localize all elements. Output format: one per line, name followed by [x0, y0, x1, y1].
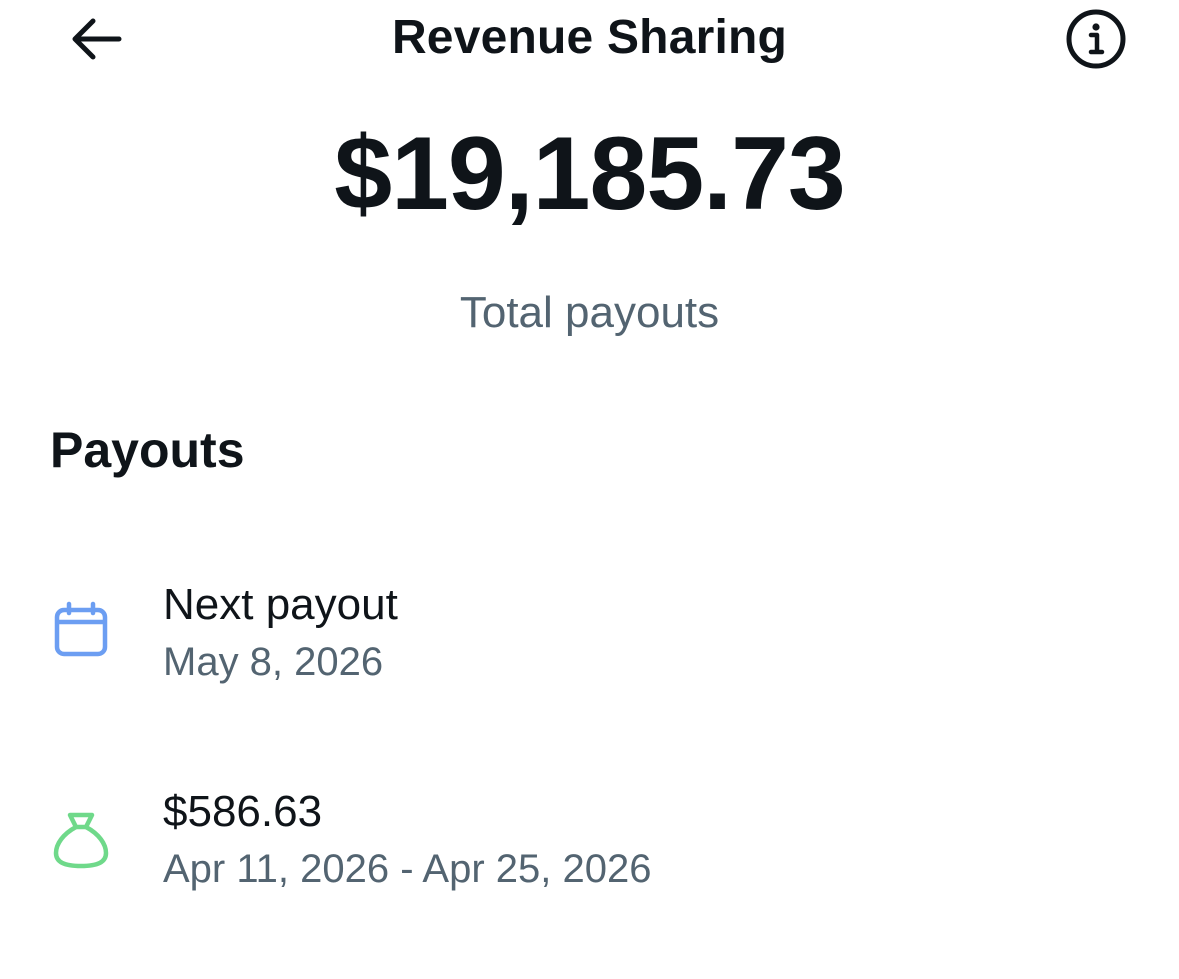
info-button[interactable]: [1063, 6, 1129, 72]
payout-history-row[interactable]: $586.63 Apr 11, 2026 - Apr 25, 2026: [0, 777, 1179, 897]
top-bar: Revenue Sharing: [0, 0, 1179, 80]
calendar-icon-wrap: [48, 597, 114, 663]
page-title: Revenue Sharing: [391, 11, 788, 64]
payouts-section-title: Payouts: [50, 422, 245, 478]
money-bag-icon-wrap: [48, 807, 114, 873]
money-bag-icon: [53, 812, 109, 869]
next-payout-row[interactable]: Next payout May 8, 2026: [0, 570, 1179, 690]
next-payout-date: May 8, 2026: [163, 640, 384, 684]
total-payouts-amount: $19,185.73: [334, 116, 846, 232]
calendar-icon: [54, 601, 108, 657]
next-payout-label: Next payout: [163, 580, 398, 629]
info-circle-icon: [1066, 9, 1126, 69]
payout-period: Apr 11, 2026 - Apr 25, 2026: [163, 847, 652, 891]
total-payouts-label: Total payouts: [459, 288, 720, 337]
payout-amount: $586.63: [163, 787, 323, 836]
